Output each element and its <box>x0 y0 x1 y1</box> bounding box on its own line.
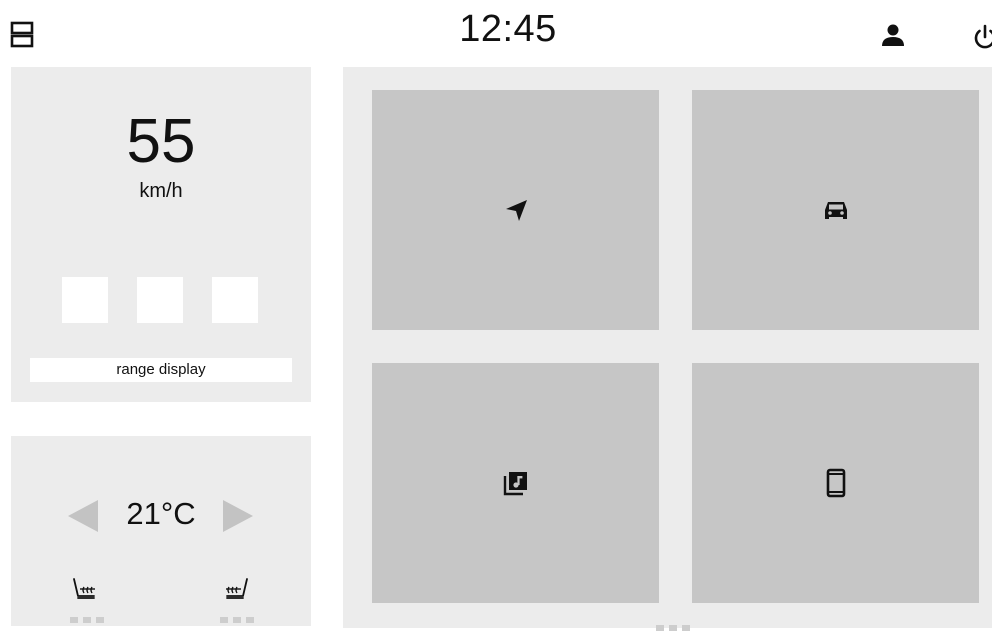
speed-panel: 55 km/h range display <box>11 67 311 402</box>
music-library-icon <box>503 472 527 496</box>
power-button[interactable] <box>970 22 992 52</box>
arrow-right-icon <box>223 500 253 532</box>
climate-panel: 21°C <box>11 436 311 626</box>
speed-unit: km/h <box>139 180 183 202</box>
smartphone-icon <box>826 468 845 498</box>
quick-slot-2[interactable] <box>137 277 183 323</box>
range-display: range display <box>30 358 292 382</box>
phone-tile[interactable] <box>692 363 979 603</box>
temperature-increase-button[interactable] <box>221 498 255 534</box>
temperature-value: 21°C <box>126 496 196 531</box>
clock: 12:45 <box>459 8 557 50</box>
user-profile-button[interactable] <box>878 22 910 52</box>
vehicle-tile[interactable] <box>692 90 979 330</box>
power-icon <box>974 24 992 49</box>
app-grid-panel <box>343 67 992 631</box>
seat-heat-right-icon <box>226 578 248 599</box>
music-tile[interactable] <box>372 363 659 603</box>
user-icon <box>882 24 904 46</box>
seat-heat-right-level <box>220 610 260 623</box>
car-icon <box>824 202 847 219</box>
seat-heat-left-button[interactable] <box>70 576 100 606</box>
navigation-arrow-icon <box>505 200 527 221</box>
navigation-tile[interactable] <box>372 90 659 330</box>
seat-heat-right-button[interactable] <box>221 576 251 606</box>
quick-slot-3[interactable] <box>212 277 258 323</box>
page-indicator <box>656 618 696 631</box>
quick-slot-1[interactable] <box>62 277 108 323</box>
seat-heat-left-icon <box>73 578 95 599</box>
seat-heat-left-level <box>70 610 110 623</box>
speed-value: 55 <box>126 107 196 176</box>
